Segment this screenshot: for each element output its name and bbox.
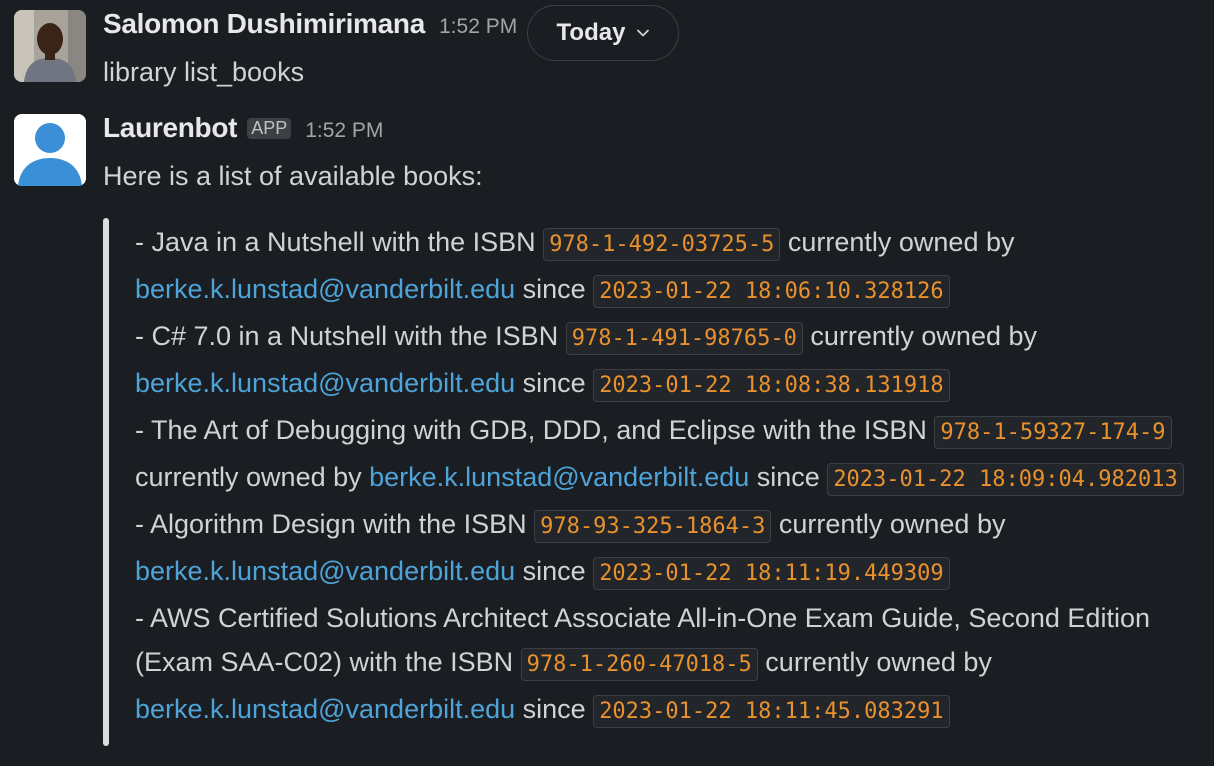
quote-block: - Java in a Nutshell with the ISBN 978-1… [103,218,1203,746]
owner-email-link[interactable]: berke.k.lunstad@vanderbilt.edu [369,462,749,492]
sender-name[interactable]: Salomon Dushimirimana [103,8,425,40]
user-photo-icon [14,10,86,82]
isbn-code: 978-1-491-98765-0 [565,322,803,355]
quote-bar [103,218,109,746]
owner-email-link[interactable]: berke.k.lunstad@vanderbilt.edu [135,694,515,724]
isbn-code: 978-1-59327-174-9 [934,416,1172,449]
since-text: since [515,694,594,724]
owned-by-text: currently owned by [757,647,992,677]
date-code: 2023-01-22 18:06:10.328126 [593,275,950,308]
book-title-text: - Algorithm Design with the ISBN [135,509,535,539]
since-text: since [515,556,594,586]
isbn-code: 978-1-492-03725-5 [543,228,781,261]
date-divider-button[interactable]: Today [527,5,679,61]
owner-email-link[interactable]: berke.k.lunstad@vanderbilt.edu [135,368,515,398]
date-code: 2023-01-22 18:11:45.083291 [593,695,950,728]
list-item: - Algorithm Design with the ISBN 978-93-… [135,502,1193,596]
app-badge: APP [247,118,292,139]
avatar[interactable] [14,114,86,186]
owned-by-text: currently owned by [771,509,1006,539]
date-divider-label: Today [556,19,626,46]
list-item: - Java in a Nutshell with the ISBN 978-1… [135,220,1193,314]
isbn-code: 978-1-260-47018-5 [520,648,758,681]
owned-by-text: currently owned by [802,321,1037,351]
list-item: - The Art of Debugging with GDB, DDD, an… [135,408,1193,502]
book-list: - Java in a Nutshell with the ISBN 978-1… [135,220,1193,734]
message-timestamp[interactable]: 1:52 PM [439,15,517,39]
date-code: 2023-01-22 18:11:19.449309 [593,557,950,590]
owned-by-text: currently owned by [135,462,370,492]
message-text: Here is a list of available books: [103,161,483,191]
list-item: - AWS Certified Solutions Architect Asso… [135,596,1193,734]
list-item: - C# 7.0 in a Nutshell with the ISBN 978… [135,314,1193,408]
default-user-icon [14,114,86,186]
message-timestamp[interactable]: 1:52 PM [305,119,383,143]
date-code: 2023-01-22 18:09:04.982013 [827,463,1184,496]
date-code: 2023-01-22 18:08:38.131918 [593,369,950,402]
owned-by-text: currently owned by [780,227,1015,257]
since-text: since [515,368,594,398]
message-header: Laurenbot APP 1:52 PM [103,112,1194,152]
owner-email-link[interactable]: berke.k.lunstad@vanderbilt.edu [135,274,515,304]
message-content: Laurenbot APP 1:52 PM Here is a list of … [103,112,1194,196]
chevron-down-icon [637,24,650,42]
owner-email-link[interactable]: berke.k.lunstad@vanderbilt.edu [135,556,515,586]
since-text: since [515,274,594,304]
avatar[interactable] [14,10,86,82]
isbn-code: 978-93-325-1864-3 [534,510,772,543]
book-title-text: - The Art of Debugging with GDB, DDD, an… [135,415,935,445]
book-title-text: - Java in a Nutshell with the ISBN [135,227,544,257]
book-title-text: - C# 7.0 in a Nutshell with the ISBN [135,321,566,351]
since-text: since [749,462,828,492]
sender-name[interactable]: Laurenbot [103,112,237,144]
